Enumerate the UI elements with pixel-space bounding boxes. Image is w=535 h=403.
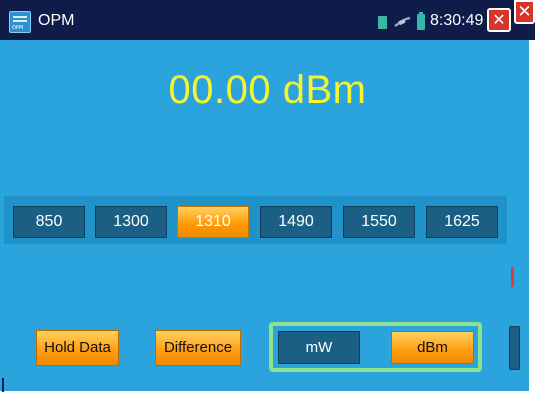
hold-data-button[interactable]: Hold Data — [36, 330, 119, 366]
app-title: OPM — [38, 12, 75, 29]
left-edge-mark — [2, 378, 4, 392]
wavelength-button-1300[interactable]: 1300 — [95, 206, 167, 238]
close-icon[interactable]: ✕ — [487, 8, 511, 32]
opm-app-icon: OPM — [9, 11, 31, 33]
wavelength-button-1550[interactable]: 1550 — [343, 206, 415, 238]
close-app-button[interactable]: ✕ — [514, 0, 535, 24]
scroll-handle[interactable] — [509, 326, 520, 370]
cable-icon — [394, 17, 411, 27]
difference-button[interactable]: Difference — [155, 330, 241, 366]
wavelength-button-1490[interactable]: 1490 — [260, 206, 332, 238]
level-marker — [511, 267, 514, 287]
unit-mw-button[interactable]: mW — [278, 331, 360, 364]
wavelength-button-1310[interactable]: 1310 — [177, 206, 249, 238]
unit-dbm-button[interactable]: dBm — [391, 331, 474, 364]
wavelength-button-850[interactable]: 850 — [13, 206, 85, 238]
battery-icon — [417, 12, 425, 30]
title-bar: OPM OPM 8:30:49 AM ✕ — [0, 0, 535, 40]
power-reading: 00.00 dBm — [168, 68, 367, 112]
sd-card-icon — [378, 16, 387, 29]
bottom-border — [0, 391, 529, 403]
app-icon-text: OPM — [12, 25, 24, 31]
wavelength-button-1625[interactable]: 1625 — [426, 206, 498, 238]
